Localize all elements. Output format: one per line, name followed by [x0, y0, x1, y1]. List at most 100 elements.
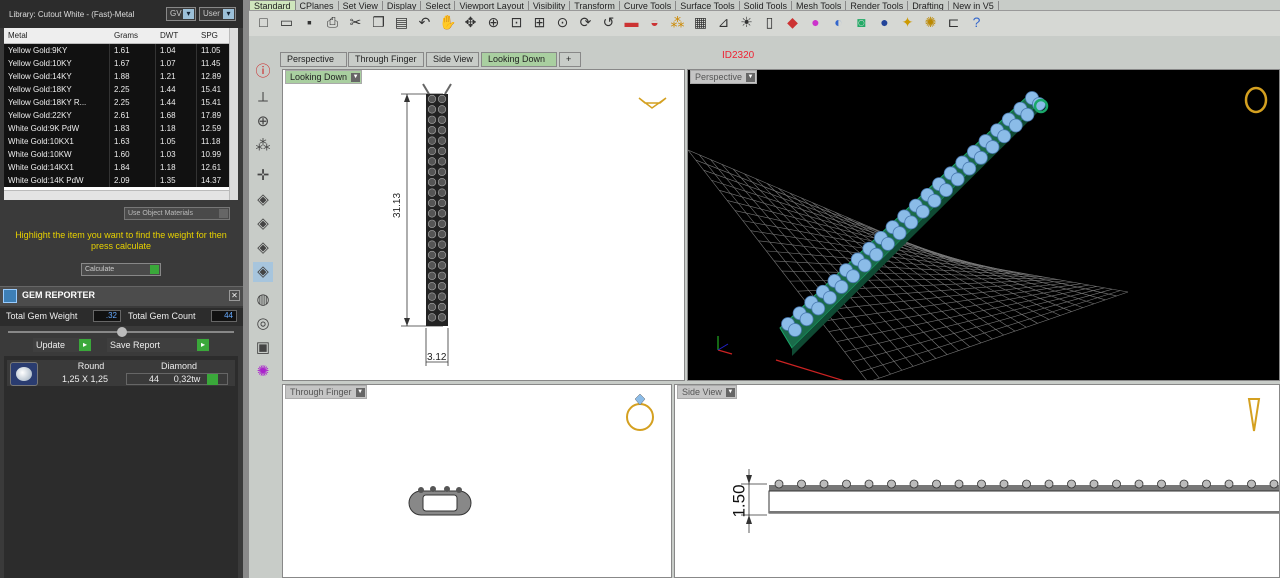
- gem-mark: [1008, 118, 1023, 133]
- metal-row[interactable]: Yellow Gold:14KY 1.88 1.21 12.89: [4, 70, 238, 83]
- tab-select[interactable]: Select: [421, 1, 456, 10]
- car-icon[interactable]: ▬: [623, 14, 640, 31]
- tab-looking-down[interactable]: Looking Down: [481, 52, 557, 67]
- render-sphere-icon[interactable]: ●: [876, 14, 893, 31]
- frame-icon[interactable]: ▣: [253, 338, 273, 358]
- col-dwt[interactable]: DWT: [156, 28, 197, 43]
- tab-surface-tools[interactable]: Surface Tools: [676, 1, 740, 10]
- tab-solid-tools[interactable]: Solid Tools: [740, 1, 792, 10]
- gem-slider[interactable]: [8, 327, 234, 337]
- slider-handle[interactable]: [117, 327, 127, 337]
- render-preview-icon[interactable]: ◙: [853, 14, 870, 31]
- play-icon[interactable]: [207, 374, 218, 385]
- horizontal-scrollbar[interactable]: [4, 190, 229, 200]
- lightbulb-icon[interactable]: ☀: [738, 14, 755, 31]
- globe-icon[interactable]: ⊕: [253, 112, 273, 132]
- tab-transform[interactable]: Transform: [570, 1, 620, 10]
- metal-row[interactable]: Yellow Gold:22KY 2.61 1.68 17.89: [4, 109, 238, 122]
- cube-right-icon[interactable]: ◈: [253, 238, 273, 258]
- col-metal[interactable]: Metal: [4, 28, 110, 43]
- cube-top-icon[interactable]: ◈: [253, 190, 273, 210]
- settings-gear-icon[interactable]: ✺: [922, 14, 939, 31]
- col-spg[interactable]: SPG: [197, 28, 230, 43]
- options-icon[interactable]: ⊏: [945, 14, 962, 31]
- cube-perspective-icon[interactable]: ◈: [253, 262, 273, 282]
- zoom-selected-icon[interactable]: ⊙: [554, 14, 571, 31]
- axis-icon[interactable]: ⟂: [253, 88, 273, 108]
- tab-render-tools[interactable]: Render Tools: [846, 1, 909, 10]
- copy-icon[interactable]: ❐: [370, 14, 387, 31]
- add-viewport-tab[interactable]: +: [559, 52, 581, 67]
- metal-row[interactable]: White Gold:9K PdW 1.83 1.18 12.59: [4, 122, 238, 135]
- col-grams[interactable]: Grams: [110, 28, 156, 43]
- user-dropdown[interactable]: User ▾: [199, 7, 236, 21]
- tab-cplanes[interactable]: CPlanes: [296, 1, 339, 10]
- viewport-through-finger[interactable]: Through Finger ▼: [282, 384, 672, 578]
- metal-row[interactable]: White Gold:14K PdW 2.09 1.35 14.37: [4, 174, 238, 187]
- close-icon[interactable]: ✕: [229, 290, 240, 301]
- use-object-materials-dropdown[interactable]: Use Object Materials: [124, 207, 230, 220]
- info-icon[interactable]: ⓘ: [253, 62, 273, 82]
- wand-icon[interactable]: ✦: [899, 14, 916, 31]
- viewport-side-view[interactable]: Side View ▼ 1.50: [674, 384, 1280, 578]
- shade-icon[interactable]: ◍: [253, 290, 273, 310]
- gv-dropdown[interactable]: GV ▾: [166, 7, 196, 21]
- tab-viewport-layout[interactable]: Viewport Layout: [455, 1, 529, 10]
- tab-perspective[interactable]: Perspective: [280, 52, 347, 67]
- viewport-looking-down[interactable]: Looking Down ▼ 31.13 3.12: [282, 69, 685, 381]
- cut-icon[interactable]: ✂: [347, 14, 364, 31]
- tab-new-in-v5[interactable]: New in V5: [949, 1, 999, 10]
- new-icon[interactable]: □: [255, 14, 272, 31]
- rotate-view-icon[interactable]: ⟳: [577, 14, 594, 31]
- paste-icon[interactable]: ▤: [393, 14, 410, 31]
- tab-standard[interactable]: Standard: [249, 0, 296, 10]
- metal-row[interactable]: White Gold:10KW 1.60 1.03 10.99: [4, 148, 238, 161]
- car-select-icon[interactable]: ◒: [646, 14, 663, 31]
- grid-icon[interactable]: ▦: [692, 14, 709, 31]
- color-wheel-icon[interactable]: ●: [807, 14, 824, 31]
- save-report-button[interactable]: Save Report ▸: [107, 338, 209, 352]
- select-points-icon[interactable]: ⁂: [669, 14, 686, 31]
- calculate-button[interactable]: Calculate: [81, 263, 161, 276]
- print-icon[interactable]: ⎙: [324, 14, 341, 31]
- tab-mesh-tools[interactable]: Mesh Tools: [792, 1, 847, 10]
- viewport-perspective[interactable]: Perspective ▼: [687, 69, 1280, 381]
- vertical-scrollbar[interactable]: [229, 28, 238, 200]
- pan-hand-icon[interactable]: ✋: [439, 14, 456, 31]
- tab-drafting[interactable]: Drafting: [908, 1, 949, 10]
- nodes-icon[interactable]: ⁂: [253, 136, 273, 156]
- metal-row[interactable]: Yellow Gold:18KY R... 2.25 1.44 15.41: [4, 96, 238, 109]
- metal-row[interactable]: Yellow Gold:18KY 2.25 1.44 15.41: [4, 83, 238, 96]
- tab-curve-tools[interactable]: Curve Tools: [620, 1, 677, 10]
- zoom-extents-icon[interactable]: ⊞: [531, 14, 548, 31]
- undo-view-icon[interactable]: ↺: [600, 14, 617, 31]
- panel-divider[interactable]: [243, 0, 249, 578]
- metal-row[interactable]: Yellow Gold:10KY 1.67 1.07 11.45: [4, 57, 238, 70]
- layer-icon[interactable]: ◆: [784, 14, 801, 31]
- gumball-icon[interactable]: ✛: [253, 166, 273, 186]
- tab-visibility[interactable]: Visibility: [529, 1, 571, 10]
- metal-row[interactable]: White Gold:10KX1 1.63 1.05 11.18: [4, 135, 238, 148]
- bead-mark: [1134, 479, 1144, 489]
- metal-row[interactable]: Yellow Gold:9KY 1.61 1.04 11.05: [4, 44, 238, 57]
- undo-icon[interactable]: ↶: [416, 14, 433, 31]
- move-icon[interactable]: ✥: [462, 14, 479, 31]
- open-icon[interactable]: ▭: [278, 14, 295, 31]
- gem-row[interactable]: Round Diamond 1,25 X 1,25 44 0,32tw: [7, 360, 235, 386]
- gear-icon[interactable]: ✺: [253, 362, 273, 382]
- zoom-window-icon[interactable]: ⊡: [508, 14, 525, 31]
- cube-front-icon[interactable]: ◈: [253, 214, 273, 234]
- save-icon[interactable]: ▪: [301, 14, 318, 31]
- tab-display[interactable]: Display: [383, 1, 422, 10]
- zoom-in-icon[interactable]: ⊕: [485, 14, 502, 31]
- update-button[interactable]: Update ▸: [33, 338, 91, 352]
- lock-icon[interactable]: ▯: [761, 14, 778, 31]
- help-icon[interactable]: ?: [968, 14, 985, 31]
- metal-row[interactable]: White Gold:14KX1 1.84 1.18 12.61: [4, 161, 238, 174]
- tab-through-finger[interactable]: Through Finger: [348, 52, 424, 67]
- osnap-icon[interactable]: ⊿: [715, 14, 732, 31]
- properties-icon[interactable]: ◐: [830, 14, 847, 31]
- render-icon[interactable]: ◎: [253, 314, 273, 334]
- tab-set-view[interactable]: Set View: [339, 1, 383, 10]
- tab-side-view[interactable]: Side View: [426, 52, 479, 67]
